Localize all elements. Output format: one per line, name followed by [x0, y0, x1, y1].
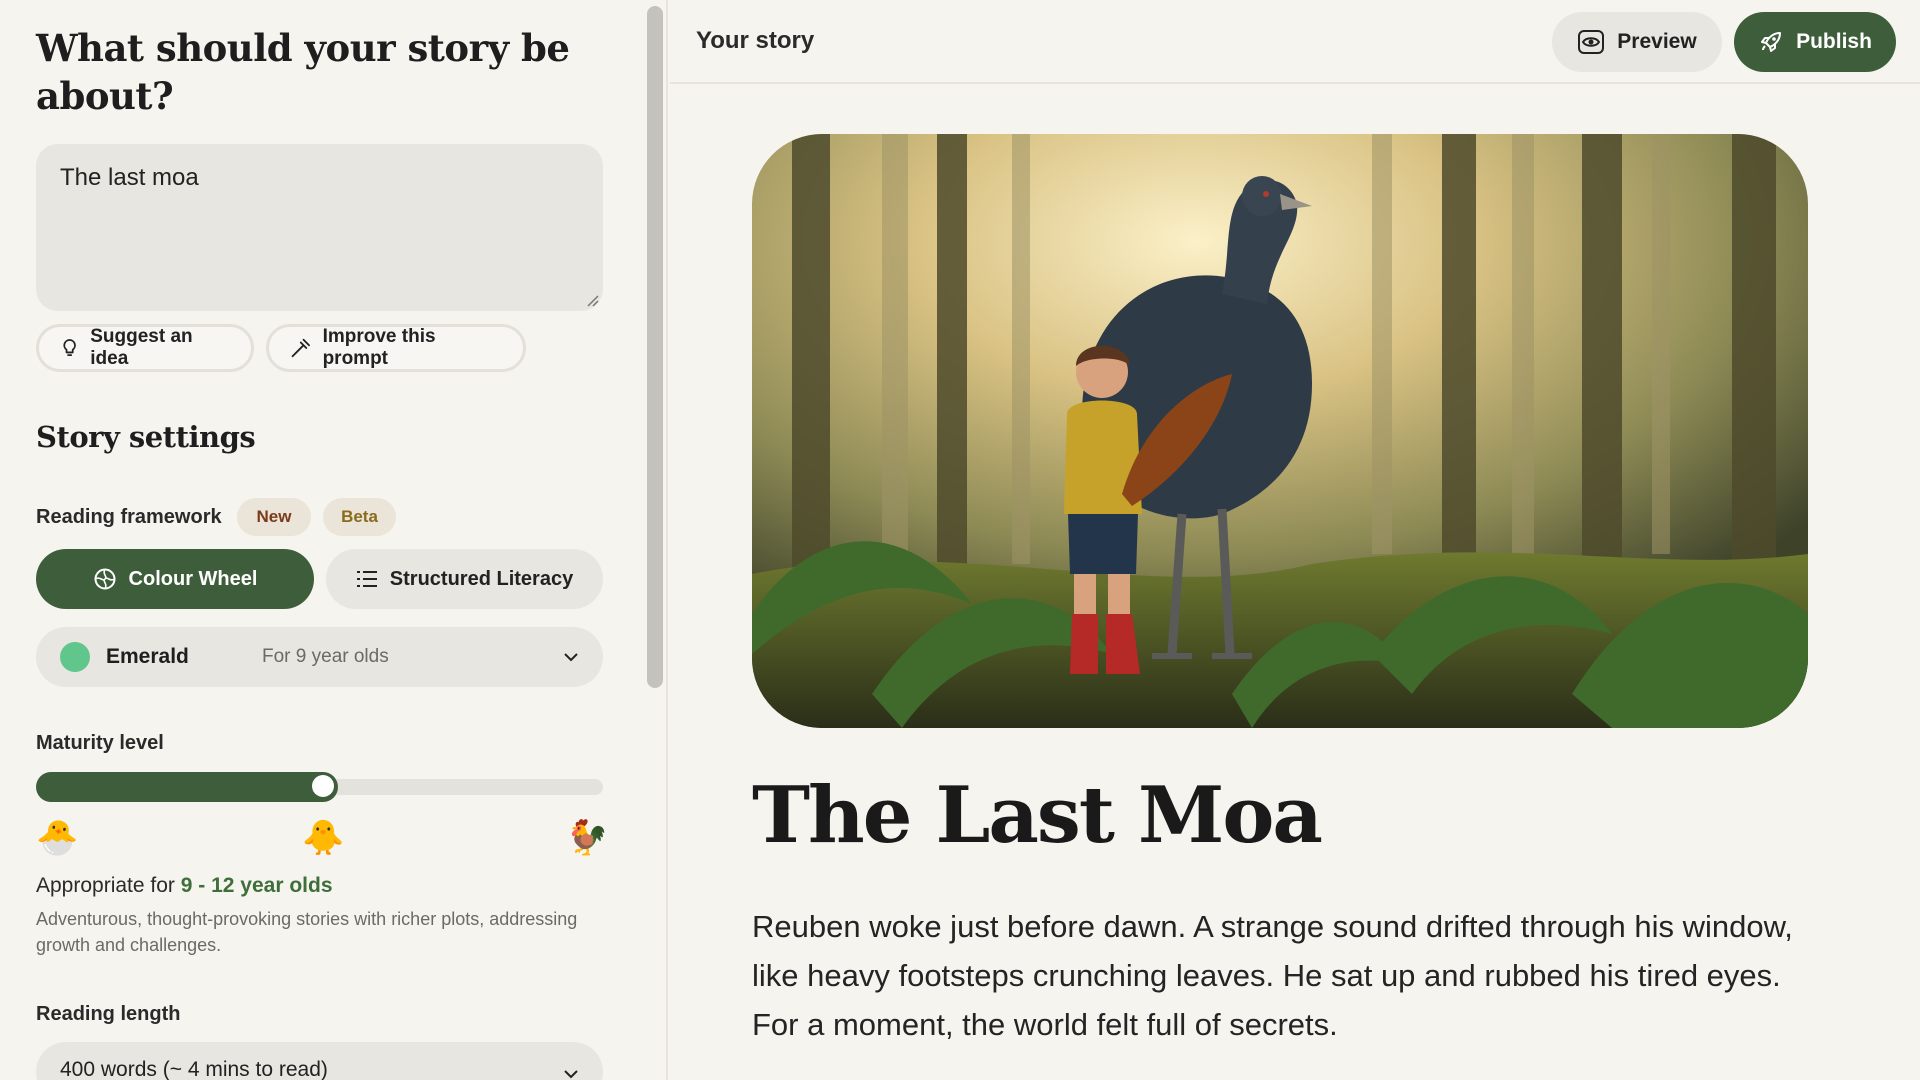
reading-length-value: 400 words (~ 4 mins to read) — [60, 1058, 328, 1080]
publish-button[interactable]: Publish — [1734, 12, 1896, 72]
hatching-chick-icon: 🐣 — [36, 818, 79, 858]
framework-structured-literacy-button[interactable]: Structured Literacy — [326, 549, 603, 609]
beta-badge: Beta — [323, 498, 396, 536]
maturity-level-label: Maturity level — [36, 732, 164, 754]
reading-framework-label: Reading framework — [36, 506, 222, 528]
reading-length-label: Reading length — [36, 1003, 181, 1025]
reading-length-select[interactable]: 400 words (~ 4 mins to read) — [36, 1042, 603, 1080]
eye-icon — [1578, 30, 1605, 54]
maturity-description: Adventurous, thought-provoking stories w… — [36, 909, 578, 955]
topbar-title: Your story — [696, 27, 815, 54]
list-icon — [356, 571, 377, 587]
rooster-icon: 🐓 — [566, 818, 609, 858]
settings-heading: Story settings — [36, 420, 256, 454]
framework-colour-wheel-button[interactable]: Colour Wheel — [36, 549, 314, 609]
story-prompt-textarea[interactable]: The last moa — [36, 144, 603, 311]
improve-prompt-label: Improve this prompt — [322, 326, 436, 369]
lightbulb-icon — [63, 339, 76, 356]
level-name: Emerald — [106, 645, 189, 668]
improve-prompt-button[interactable]: Improve this prompt — [266, 324, 526, 372]
new-badge: New — [237, 498, 311, 536]
sidebar-scrollbar[interactable] — [647, 6, 663, 688]
publish-label: Publish — [1796, 30, 1872, 53]
maturity-slider-thumb[interactable] — [312, 775, 334, 797]
chevron-down-icon — [564, 1070, 578, 1079]
reading-level-select[interactable]: Emerald For 9 year olds — [36, 627, 603, 687]
prompt-text: The last moa — [60, 164, 199, 191]
level-color-dot — [60, 642, 90, 672]
framework-colour-wheel-label: Colour Wheel — [128, 567, 258, 590]
story-cover-illustration — [752, 134, 1808, 728]
colour-wheel-icon — [94, 568, 116, 590]
appropriate-age-range: 9 - 12 year olds — [180, 874, 333, 897]
framework-structured-literacy-label: Structured Literacy — [389, 567, 574, 590]
story-paragraph: Reuben woke just before dawn. A strange … — [752, 909, 1793, 1042]
suggest-idea-button[interactable]: Suggest an idea — [36, 324, 254, 372]
preview-label: Preview — [1617, 30, 1697, 53]
chick-icon: 🐥 — [302, 818, 345, 858]
chevron-down-icon — [564, 653, 578, 662]
maturity-slider-fill — [36, 772, 338, 802]
story-topbar: Your story Preview Publish — [670, 0, 1920, 84]
rocket-icon — [1761, 32, 1782, 52]
story-title: The Last Moa — [752, 770, 1323, 861]
wand-icon — [291, 338, 310, 358]
appropriate-prefix: Appropriate for — [36, 874, 175, 897]
suggest-idea-label: Suggest an idea — [90, 326, 193, 369]
level-age: For 9 year olds — [262, 646, 389, 667]
story-settings-sidebar: What should your story be about? The las… — [0, 0, 668, 1080]
prompt-heading: What should your story be about? — [36, 26, 570, 118]
preview-button[interactable]: Preview — [1552, 12, 1722, 72]
appropriate-for-text: Appropriate for 9 - 12 year olds — [36, 874, 333, 898]
resize-handle-icon[interactable] — [585, 293, 599, 307]
